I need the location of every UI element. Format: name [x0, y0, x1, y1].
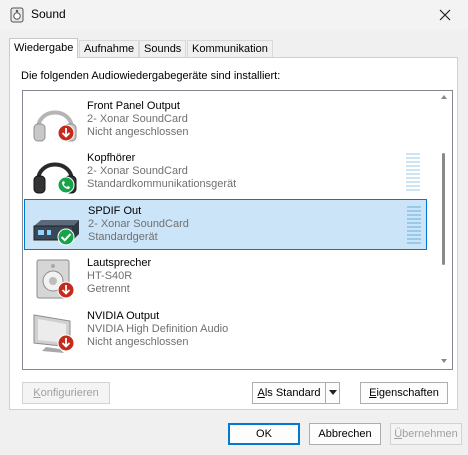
- device-name: SPDIF Out: [88, 205, 142, 217]
- chevron-down-icon[interactable]: [325, 383, 339, 403]
- list-item[interactable]: Front Panel Output 2- Xonar SoundCard Ni…: [24, 95, 427, 146]
- configure-button[interactable]: Konfigurieren: [22, 382, 110, 404]
- device-status: Standardkommunikationsgerät: [87, 178, 237, 190]
- phone-check-icon: [57, 176, 75, 194]
- level-meter: [406, 153, 420, 191]
- tab-wiedergabe[interactable]: Wiedergabe: [9, 38, 79, 58]
- device-status: Standardgerät: [88, 231, 158, 243]
- ok-button[interactable]: OK: [228, 423, 300, 445]
- checkmark-icon: [57, 228, 75, 246]
- apply-button[interactable]: Übernehmen: [390, 423, 462, 445]
- title-bar: Sound: [0, 0, 468, 30]
- device-driver: NVIDIA High Definition Audio: [87, 323, 229, 335]
- tab-aufnahme[interactable]: Aufnahme: [79, 40, 140, 57]
- device-name: Lautsprecher: [87, 257, 152, 269]
- disconnected-arrow-icon: [57, 124, 75, 142]
- list-item[interactable]: Kopfhörer 2- Xonar SoundCard Standardkom…: [24, 147, 427, 198]
- scroll-up-arrow-icon[interactable]: [441, 95, 447, 99]
- list-item-selected[interactable]: SPDIF Out 2- Xonar SoundCard Standardger…: [24, 199, 427, 250]
- disconnected-arrow-icon: [57, 334, 75, 352]
- device-text: SPDIF Out 2- Xonar SoundCard Standardger…: [88, 205, 189, 244]
- device-status: Getrennt: [87, 283, 130, 295]
- device-name: NVIDIA Output: [87, 310, 160, 322]
- device-text: Lautsprecher HT-S40R Getrennt: [87, 257, 151, 296]
- device-status: Nicht angeschlossen: [87, 336, 189, 348]
- scroll-down-arrow-icon[interactable]: [441, 359, 447, 363]
- speaker-app-icon: [10, 7, 24, 23]
- list-item[interactable]: NVIDIA Output NVIDIA High Definition Aud…: [24, 305, 427, 356]
- tab-panel: Die folgenden Audiowiedergabegeräte sind…: [9, 57, 458, 410]
- list-item[interactable]: Lautsprecher HT-S40R Getrennt: [24, 252, 427, 303]
- properties-button[interactable]: Eigenschaften: [360, 382, 448, 404]
- device-driver: 2- Xonar SoundCard: [88, 218, 189, 230]
- tab-kommunikation[interactable]: Kommunikation: [187, 40, 273, 57]
- device-text: Front Panel Output 2- Xonar SoundCard Ni…: [87, 100, 189, 139]
- device-name: Kopfhörer: [87, 152, 136, 164]
- device-driver: HT-S40R: [87, 270, 133, 282]
- device-status: Nicht angeschlossen: [87, 126, 189, 138]
- device-text: NVIDIA Output NVIDIA High Definition Aud…: [87, 310, 228, 349]
- device-driver: 2- Xonar SoundCard: [87, 165, 188, 177]
- intro-text: Die folgenden Audiowiedergabegeräte sind…: [21, 70, 281, 82]
- device-list: Front Panel Output 2- Xonar SoundCard Ni…: [22, 90, 453, 370]
- window-title: Sound: [31, 7, 66, 21]
- set-default-button[interactable]: Als Standard: [252, 382, 340, 404]
- device-driver: 2- Xonar SoundCard: [87, 113, 188, 125]
- cancel-button[interactable]: Abbrechen: [309, 423, 381, 445]
- disconnected-arrow-icon: [57, 281, 75, 299]
- close-icon[interactable]: [438, 8, 452, 22]
- level-meter: [407, 206, 421, 244]
- tab-sounds[interactable]: Sounds: [139, 40, 187, 57]
- device-text: Kopfhörer 2- Xonar SoundCard Standardkom…: [87, 152, 236, 191]
- vertical-scrollbar[interactable]: [437, 91, 451, 369]
- device-name: Front Panel Output: [87, 100, 180, 112]
- scroll-thumb[interactable]: [442, 153, 445, 265]
